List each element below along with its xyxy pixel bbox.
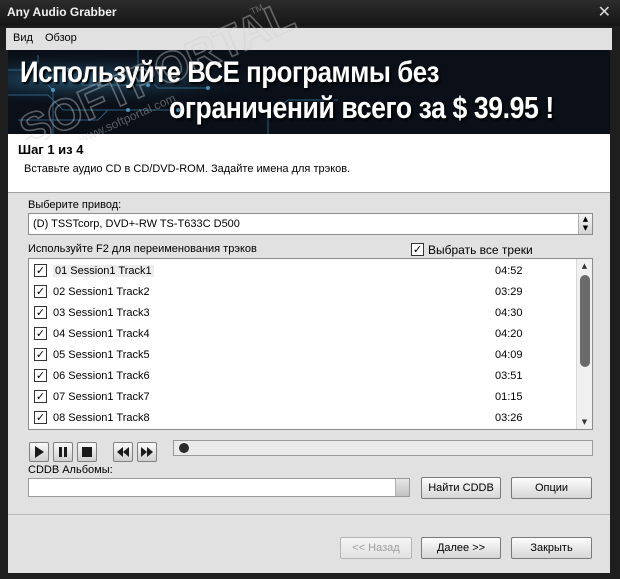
seek-slider[interactable] [173,440,593,456]
play-icon [35,446,44,458]
banner-headline-line2: ограничений всего за $ 39.95 ! [169,90,554,125]
track-checkbox[interactable]: ✓ [34,348,47,361]
list-item[interactable]: ✓ 01 Session1 Track1 04:52 [29,260,577,281]
track-name[interactable]: 04 Session1 Track4 [53,328,150,340]
back-button[interactable]: << Назад [340,537,412,559]
track-duration: 04:09 [495,349,523,361]
track-name[interactable]: 06 Session1 Track6 [53,370,150,382]
list-item[interactable]: ✓ 02 Session1 Track2 03:29 [29,281,577,302]
menu-item-browse[interactable]: Обзор [45,32,77,44]
list-item[interactable]: ✓ 08 Session1 Track8 03:26 [29,407,577,428]
track-list-scrollbar[interactable]: ▲ ▼ [576,259,592,429]
track-name[interactable]: 03 Session1 Track3 [53,307,150,319]
pause-icon [59,447,67,457]
play-button[interactable] [29,442,49,462]
step-title: Шаг 1 из 4 [18,142,84,157]
track-checkbox[interactable]: ✓ [34,390,47,403]
list-item[interactable]: ✓ 06 Session1 Track6 03:51 [29,365,577,386]
menu-bar: Вид Обзор [6,28,612,50]
track-duration: 01:15 [495,391,523,403]
track-duration: 04:52 [495,265,523,277]
list-item[interactable]: ✓ 03 Session1 Track3 04:30 [29,302,577,323]
scrollbar-thumb[interactable] [580,275,590,367]
step-description: Вставьте аудио CD в CD/DVD-ROM. Задайте … [24,163,351,175]
track-name[interactable]: 01 Session1 Track1 [53,265,154,277]
track-checkbox[interactable]: ✓ [34,285,47,298]
window-title: Any Audio Grabber [7,5,117,19]
track-list[interactable]: ✓ 01 Session1 Track1 04:52 ✓ 02 Session1… [28,258,593,430]
track-name[interactable]: 08 Session1 Track8 [53,412,150,424]
track-duration: 04:20 [495,328,523,340]
title-bar: Any Audio Grabber ✕ [0,0,620,26]
options-button[interactable]: Опции [511,477,592,499]
track-name[interactable]: 07 Session1 Track7 [53,391,150,403]
track-checkbox[interactable]: ✓ [34,411,47,424]
banner-headline-line1: Используйте ВСЕ программы без [20,56,440,89]
cddb-label: CDDB Альбомы: [28,464,113,476]
fast-forward-button[interactable] [137,442,157,462]
rename-hint: Используйте F2 для переименования трэков [28,243,257,255]
seek-slider-thumb[interactable] [179,443,189,453]
stop-icon [82,447,92,457]
list-item[interactable]: ✓ 05 Session1 Track5 04:09 [29,344,577,365]
cddb-albums-select[interactable] [28,478,410,497]
track-duration: 03:26 [495,412,523,424]
rewind-icon [117,447,129,457]
menu-item-view[interactable]: Вид [13,32,33,44]
drive-selected-value: (D) TSSTcorp, DVD+-RW TS-T633C D500 [33,218,240,230]
scroll-down-icon[interactable]: ▼ [577,415,592,429]
select-all-checkbox[interactable]: ✓ [411,243,424,256]
track-duration: 03:29 [495,286,523,298]
scroll-up-icon[interactable]: ▲ [577,259,592,273]
pause-button[interactable] [53,442,73,462]
track-checkbox[interactable]: ✓ [34,306,47,319]
list-item[interactable]: ✓ 07 Session1 Track7 01:15 [29,386,577,407]
drive-label: Выберите привод: [28,199,122,211]
next-button[interactable]: Далее >> [421,537,501,559]
track-duration: 04:30 [495,307,523,319]
drive-select[interactable]: (D) TSSTcorp, DVD+-RW TS-T633C D500 ▲ ▼ [28,213,593,235]
track-name[interactable]: 05 Session1 Track5 [53,349,150,361]
cddb-dropdown-handle[interactable] [395,479,409,496]
promo-banner[interactable]: Используйте ВСЕ программы без ограничени… [8,50,610,134]
step-header: Шаг 1 из 4 Вставьте аудио CD в CD/DVD-RO… [8,134,610,192]
select-all-label[interactable]: Выбрать все треки [428,243,533,257]
stop-button[interactable] [77,442,97,462]
fast-forward-icon [141,447,153,457]
track-name[interactable]: 02 Session1 Track2 [53,286,150,298]
list-item[interactable]: ✓ 04 Session1 Track4 04:20 [29,323,577,344]
close-icon[interactable]: ✕ [598,2,611,22]
find-cddb-button[interactable]: Найти CDDB [421,477,501,499]
close-button[interactable]: Закрыть [511,537,592,559]
track-checkbox[interactable]: ✓ [34,369,47,382]
track-duration: 03:51 [495,370,523,382]
updown-arrows-icon[interactable]: ▲ ▼ [578,214,592,234]
track-checkbox[interactable]: ✓ [34,264,47,277]
rewind-button[interactable] [113,442,133,462]
track-checkbox[interactable]: ✓ [34,327,47,340]
